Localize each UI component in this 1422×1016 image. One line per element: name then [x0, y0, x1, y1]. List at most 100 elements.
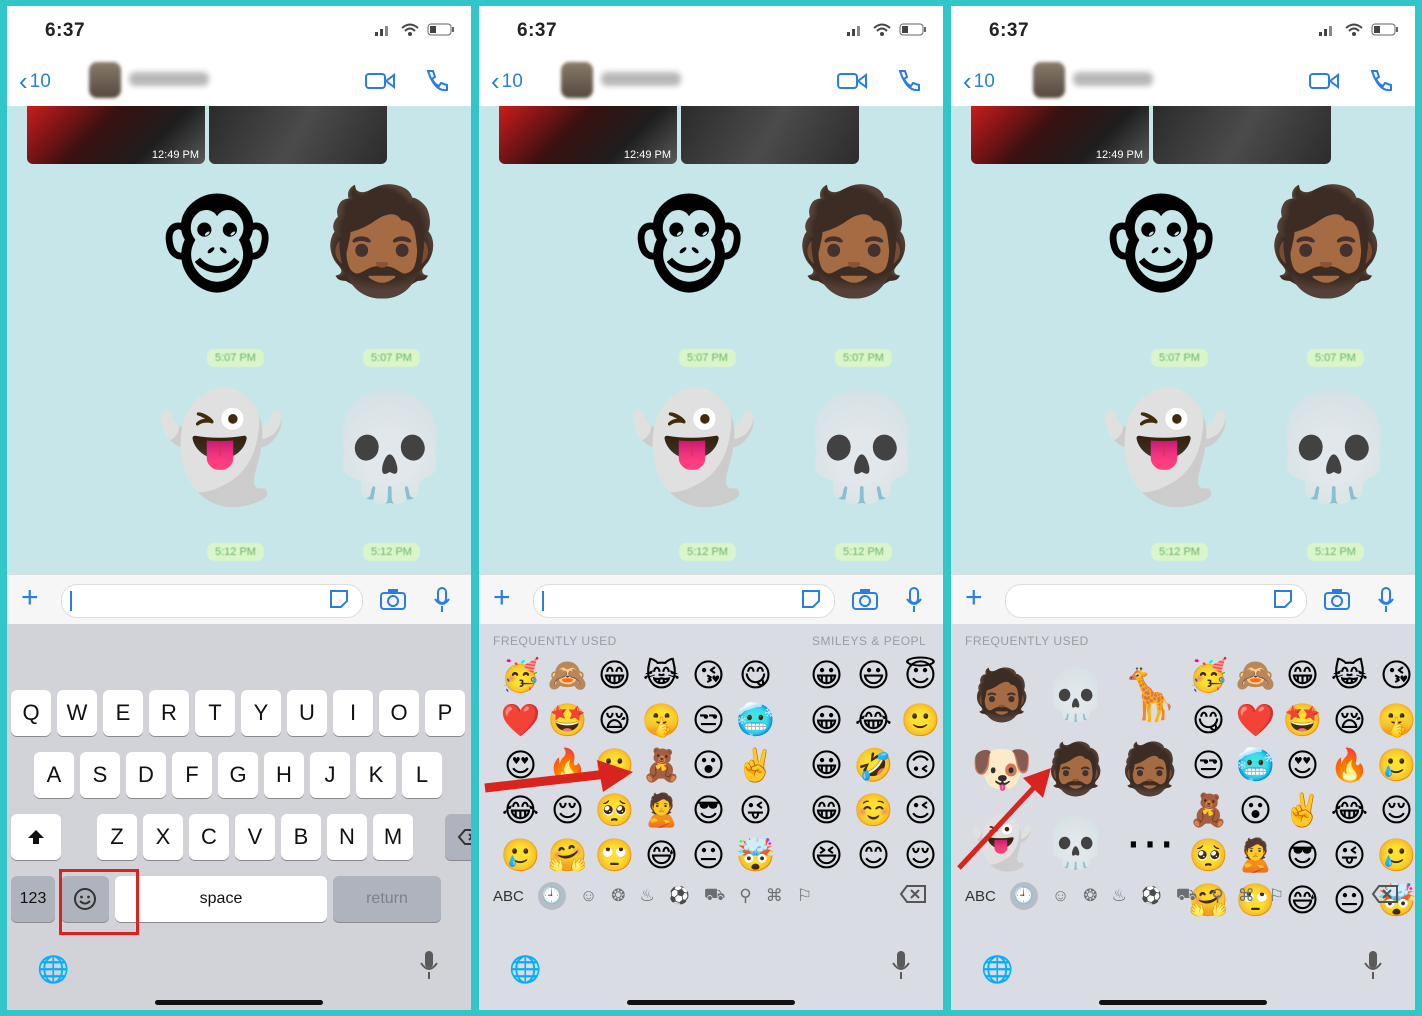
skull-sticker[interactable]: 💀	[1269, 396, 1399, 500]
emoji-button[interactable]: 🧸	[638, 742, 685, 787]
emoji-button[interactable]: 😀	[803, 697, 850, 742]
space-key[interactable]: space	[115, 876, 327, 922]
emoji-button[interactable]: 😜	[732, 787, 779, 832]
key-s[interactable]: S	[80, 752, 120, 798]
emoji-button[interactable]: ✌️	[732, 742, 779, 787]
monkey-sticker[interactable]: 🐵	[157, 198, 277, 302]
food-category-icon[interactable]: ♨	[639, 886, 654, 906]
emoji-button[interactable]: 😪	[591, 697, 638, 742]
emoji-button[interactable]: 😂	[850, 697, 897, 742]
emoji-button[interactable]: 🤗	[544, 832, 591, 877]
back-button[interactable]: ‹ 10	[19, 66, 51, 97]
emoji-button[interactable]: 😮	[685, 742, 732, 787]
video-call-icon[interactable]	[1309, 71, 1339, 91]
key-i[interactable]: I	[333, 690, 373, 736]
abc-key[interactable]: ABC	[493, 888, 524, 905]
emoji-button[interactable]: 🙎	[1232, 832, 1279, 877]
contact-avatar[interactable]	[89, 62, 121, 98]
emoji-button[interactable]: 😹	[1326, 652, 1373, 697]
monkey-sticker[interactable]: 🐵	[1101, 198, 1221, 302]
emoji-button[interactable]: 😂	[1326, 787, 1373, 832]
emoji-button[interactable]: 😆	[803, 832, 850, 877]
memoji-sticker-button[interactable]: 🧔🏾	[1113, 732, 1187, 806]
emoji-button[interactable]: ✌️	[1279, 787, 1326, 832]
emoji-button[interactable]: 😀	[803, 742, 850, 787]
animals-category-icon[interactable]: ❂	[1083, 886, 1097, 906]
emoji-button[interactable]: 🥲	[1373, 742, 1415, 787]
ghost-sticker[interactable]: 👻	[629, 396, 759, 500]
video-call-icon[interactable]	[365, 71, 395, 91]
monkey-sticker[interactable]: 🐵	[629, 198, 749, 302]
emoji-button[interactable]: 😐	[685, 832, 732, 877]
emoji-button[interactable]: 😒	[685, 697, 732, 742]
plus-icon[interactable]: +	[493, 581, 511, 615]
ghost-sticker[interactable]: 👻	[157, 396, 287, 500]
emoji-button[interactable]: 🙂	[897, 697, 943, 742]
memoji-sticker[interactable]: 🧔🏾	[789, 190, 919, 294]
travel-category-icon[interactable]: ⛟	[1176, 885, 1197, 907]
recent-clock-icon[interactable]: 🕘	[537, 882, 566, 910]
emoji-button[interactable]: 😁	[591, 652, 638, 697]
smileys-category-icon[interactable]: ☺	[1052, 886, 1069, 906]
contact-name[interactable]	[1073, 72, 1153, 86]
globe-icon[interactable]: 🌐	[509, 954, 541, 985]
image-thumbnail[interactable]	[1153, 106, 1331, 164]
emoji-button[interactable]: 😍	[1279, 742, 1326, 787]
key-w[interactable]: W	[57, 690, 97, 736]
emoji-button[interactable]: 😐	[1326, 877, 1373, 922]
back-button[interactable]: ‹ 10	[491, 66, 523, 97]
emoji-button[interactable]: 🙈	[544, 652, 591, 697]
camera-icon[interactable]	[379, 587, 407, 611]
contact-name[interactable]	[601, 72, 681, 86]
emoji-button[interactable]: 😋	[732, 652, 779, 697]
emoji-button[interactable]: 😎	[685, 787, 732, 832]
image-thumbnail[interactable]: 12:49 PM	[27, 106, 205, 164]
emoji-button[interactable]: 😌	[1373, 787, 1415, 832]
dictation-mic-icon[interactable]	[1363, 950, 1383, 980]
emoji-button[interactable]: 😋	[1185, 697, 1232, 742]
emoji-button[interactable]: 🥶	[1232, 742, 1279, 787]
dictation-mic-icon[interactable]	[419, 950, 439, 980]
key-x[interactable]: X	[143, 814, 183, 860]
skull-sticker[interactable]: 💀	[325, 396, 455, 500]
key-n[interactable]: N	[327, 814, 367, 860]
key-h[interactable]: H	[264, 752, 304, 798]
emoji-button[interactable]: 😮	[1232, 787, 1279, 832]
emoji-button[interactable]: 🧸	[1185, 787, 1232, 832]
emoji-button[interactable]: 😘	[685, 652, 732, 697]
objects-category-icon[interactable]: ⚲	[739, 886, 751, 906]
emoji-button[interactable]: 🙎	[638, 787, 685, 832]
plus-icon[interactable]: +	[21, 581, 39, 615]
memoji-sticker-button[interactable]: 💀	[1039, 658, 1113, 732]
memoji-sticker[interactable]: 🧔🏾	[317, 190, 447, 294]
key-r[interactable]: R	[149, 690, 189, 736]
emoji-button[interactable]: 😅	[638, 832, 685, 877]
camera-icon[interactable]	[851, 587, 879, 611]
microphone-icon[interactable]	[433, 587, 451, 613]
recent-clock-icon[interactable]: 🕘	[1009, 882, 1038, 910]
phone-call-icon[interactable]	[895, 68, 921, 94]
key-o[interactable]: O	[379, 690, 419, 736]
emoji-button[interactable]: 🥲	[497, 832, 544, 877]
key-q[interactable]: Q	[11, 690, 51, 736]
key-m[interactable]: M	[373, 814, 413, 860]
emoji-button[interactable]: 😃	[850, 652, 897, 697]
emoji-button[interactable]: 🤣	[850, 742, 897, 787]
travel-category-icon[interactable]: ⛟	[704, 885, 725, 907]
flags-category-icon[interactable]: ⚐	[1269, 886, 1284, 906]
emoji-button[interactable]: 🤯	[732, 832, 779, 877]
image-thumbnail[interactable]	[681, 106, 859, 164]
flags-category-icon[interactable]: ⚐	[797, 886, 812, 906]
emoji-button[interactable]: 🥳	[497, 652, 544, 697]
emoji-button[interactable]: 😎	[1279, 832, 1326, 877]
microphone-icon[interactable]	[905, 587, 923, 613]
key-c[interactable]: C	[189, 814, 229, 860]
key-t[interactable]: T	[195, 690, 235, 736]
emoji-button[interactable]: ❤️	[1232, 697, 1279, 742]
sticker-icon[interactable]	[1271, 587, 1295, 611]
key-v[interactable]: V	[235, 814, 275, 860]
abc-key[interactable]: ABC	[965, 888, 996, 905]
emoji-button[interactable]: 😜	[1326, 832, 1373, 877]
sticker-icon[interactable]	[327, 587, 351, 611]
ghost-sticker[interactable]: 👻	[1101, 396, 1231, 500]
